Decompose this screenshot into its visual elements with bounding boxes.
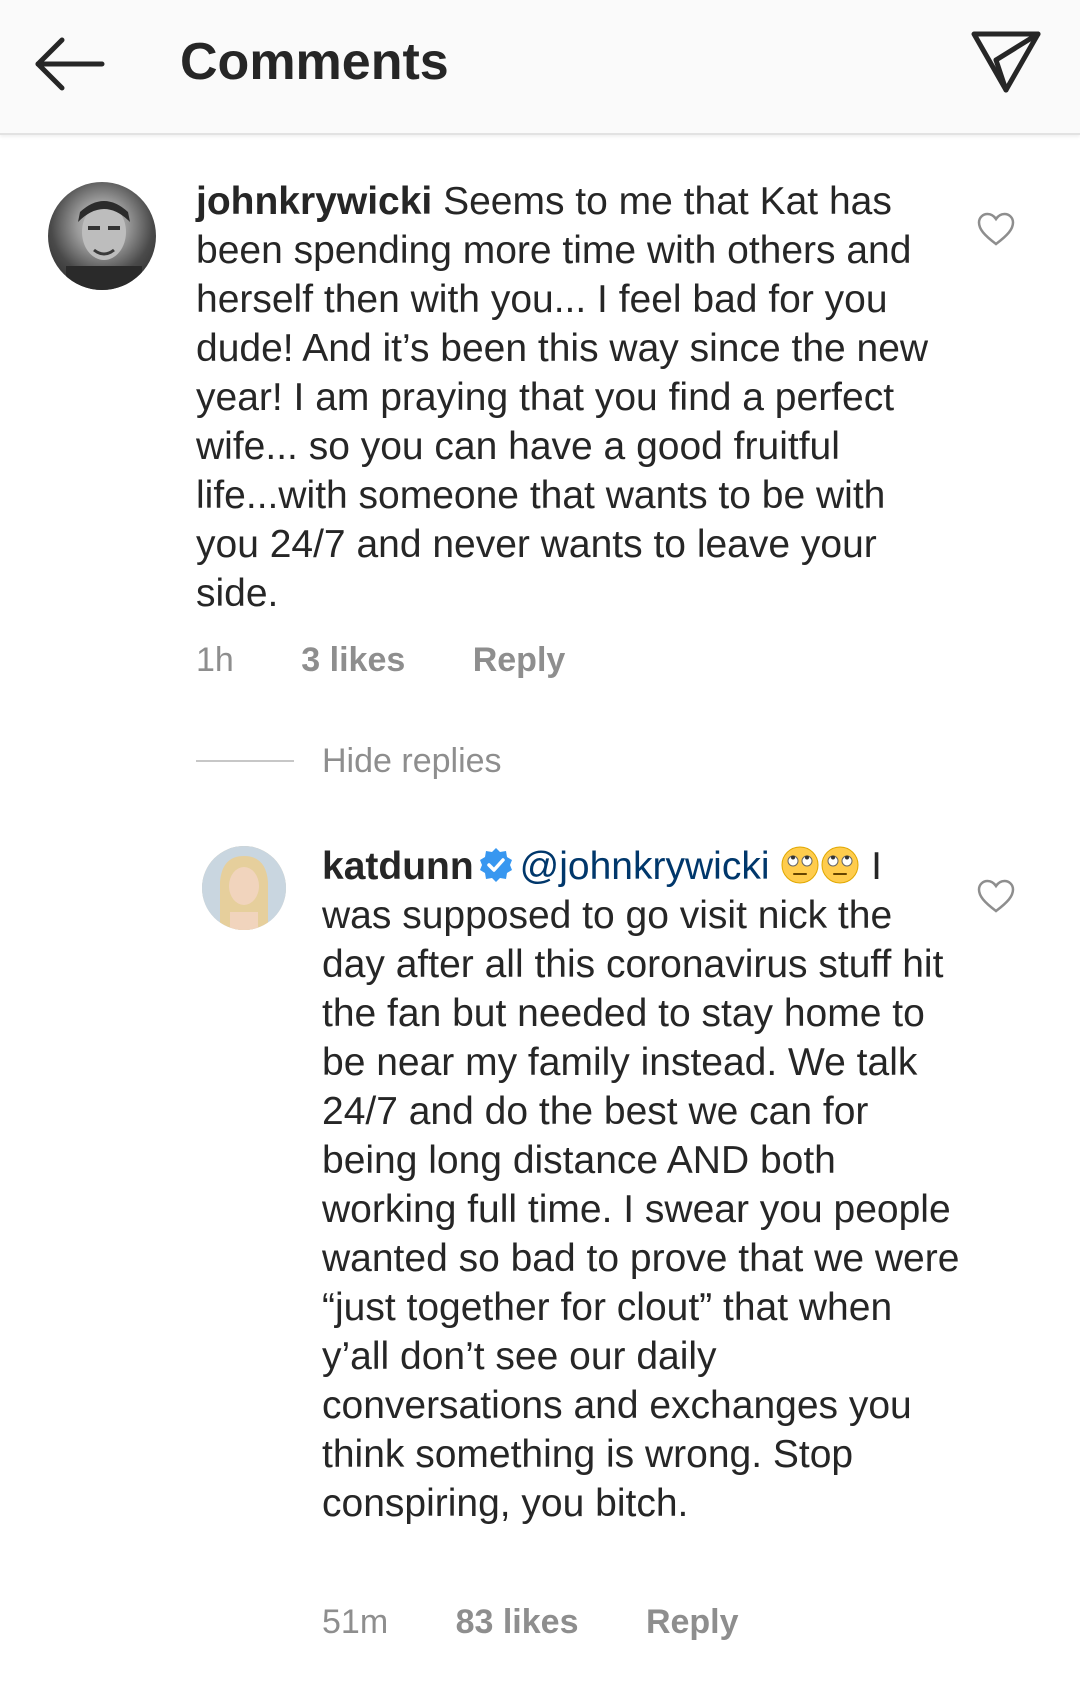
comment-username[interactable]: johnkrywicki (196, 180, 432, 223)
comment-meta: 1h 3 likes Reply (196, 640, 623, 680)
like-button[interactable] (976, 877, 1016, 917)
hide-replies-button[interactable]: Hide replies (322, 741, 502, 781)
profile-photo-icon (202, 846, 286, 930)
reply-text: I was supposed to go visit nick the day … (322, 845, 960, 1525)
back-button[interactable] (30, 24, 110, 104)
mention-link[interactable]: @johnkrywicki (520, 845, 770, 888)
comment-time: 1h (196, 641, 234, 679)
reply-body: katdunn @johnkrywicki I was supposed to … (322, 842, 962, 1528)
reply-button[interactable]: Reply (646, 1602, 739, 1642)
profile-photo-icon (66, 201, 142, 290)
reply-meta: 51m 83 likes Reply (322, 1602, 797, 1642)
reply-button[interactable]: Reply (473, 640, 566, 680)
verified-badge-icon (479, 848, 512, 882)
heart-outline-icon (977, 212, 1015, 246)
reply-likes[interactable]: 83 likes (456, 1602, 579, 1642)
avatar[interactable] (48, 182, 156, 290)
paper-plane-icon (971, 31, 1041, 93)
page-title: Comments (180, 33, 449, 91)
eye-roll-emoji-icon (821, 846, 859, 884)
comment-likes[interactable]: 3 likes (301, 640, 405, 680)
arrow-left-icon (35, 37, 105, 91)
comment-text: Seems to me that Kat has been spending m… (196, 180, 929, 615)
eye-roll-emoji-icon (781, 846, 819, 884)
replies-divider (196, 760, 294, 762)
like-button[interactable] (976, 210, 1016, 250)
header-bar: Comments (0, 0, 1080, 135)
reply-time: 51m (322, 1603, 389, 1641)
reply-username[interactable]: katdunn (322, 845, 474, 888)
comment-body: johnkrywicki Seems to me that Kat has be… (196, 177, 936, 618)
avatar[interactable] (202, 846, 286, 930)
heart-outline-icon (977, 879, 1015, 913)
share-button[interactable] (966, 24, 1046, 104)
